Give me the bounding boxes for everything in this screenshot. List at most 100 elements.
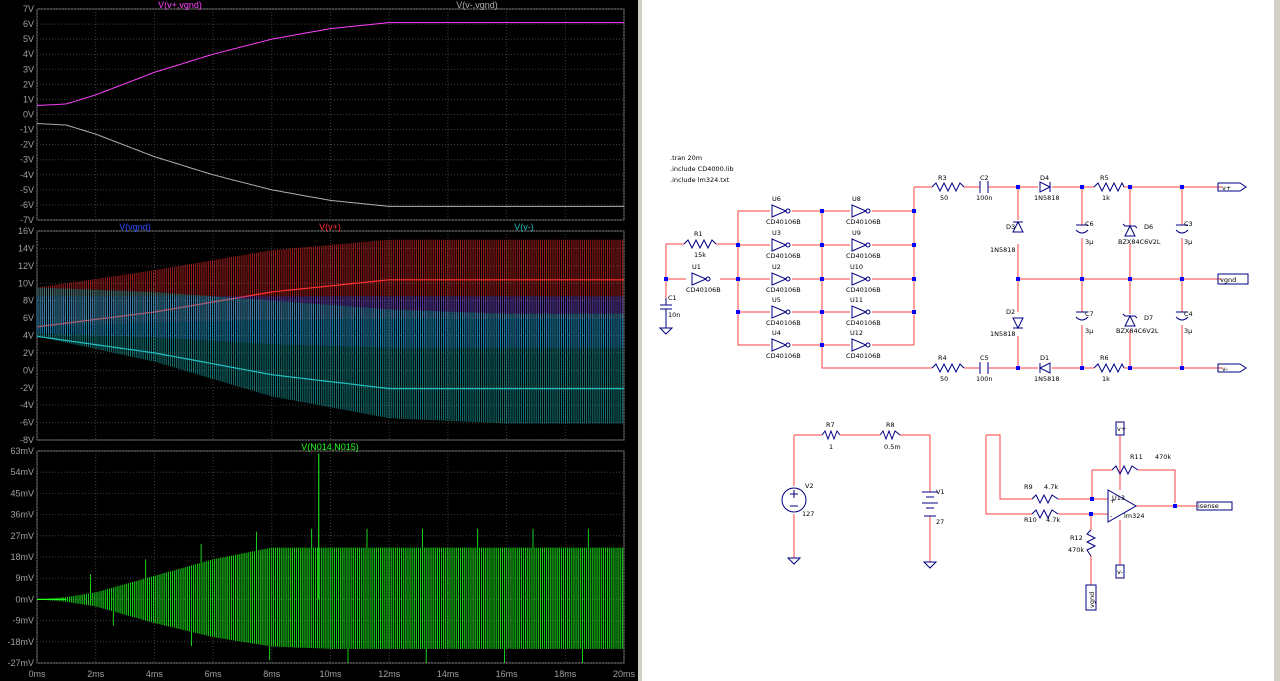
resistor-r12[interactable]: R12 470k [1068,529,1097,557]
y-tick-label: 0V [23,110,34,120]
svg-text:+: + [1110,497,1115,505]
capacitor-c1[interactable]: C1 10n [658,294,680,335]
capacitor-c3[interactable]: C3 3µ [1175,220,1193,246]
svg-text:CD40106B: CD40106B [766,319,801,327]
svg-text:CD40106B: CD40106B [686,286,721,294]
y-tick-label: 0mV [15,594,34,604]
zener-d6[interactable]: D6 BZX84C6V2L [1118,223,1161,246]
svg-text:D6: D6 [1144,223,1153,231]
y-tick-label: 18mV [10,552,34,562]
diode-d4[interactable]: D4 1N5818 [1034,174,1060,202]
waveform-viewer[interactable]: 7V 6V 5V 4V 3V 2V 1V 0V -1V -2V -3V -4V -5V -6V -7V V(v… [0,0,638,681]
svg-text:100n: 100n [976,375,993,383]
y-tick-label: -8V [20,435,34,445]
directive-include-lm324[interactable]: .include lm324.txt [670,176,730,184]
resistor-r5[interactable]: R5 1k [1093,174,1125,202]
resistor-r4[interactable]: R4 50 [931,354,965,383]
svg-text:D2: D2 [1006,308,1015,316]
svg-text:v-: v- [1222,365,1229,373]
voltage-source-v2[interactable]: V2 127 [781,482,814,565]
x-tick-label: 12ms [378,669,401,679]
capacitor-c2[interactable]: C2 100n [976,174,993,202]
svg-text:C1: C1 [668,294,677,302]
y-tick-label: 2V [23,79,34,89]
net-flag-opamp-vminus[interactable]: v- [1115,564,1125,579]
y-tick-label: 7V [23,4,34,14]
x-tick-label: 0ms [28,669,46,679]
svg-text:10n: 10n [668,311,680,319]
trace-label: V(v+,vgnd) [158,0,202,10]
svg-text:D1: D1 [1040,354,1049,362]
resistor-r7[interactable]: R7 1 [821,421,841,451]
y-tick-label: -27mV [7,658,34,668]
svg-text:1: 1 [829,443,833,451]
svg-text:C4: C4 [1184,310,1193,318]
y-tick-label: -7V [20,215,34,225]
svg-text:BZX84C6V2L: BZX84C6V2L [1118,238,1161,246]
resistor-r9[interactable]: R9 4.7k [1024,483,1058,505]
capacitor-c4[interactable]: C4 3µ [1175,310,1193,335]
svg-text:R7: R7 [826,421,835,429]
net-flag-vplus[interactable]: v+ [1217,182,1247,192]
resistor-r11[interactable]: R11 470k [1111,453,1171,476]
wire-supply [793,434,931,562]
waveform-pane-2: 16V 14V 12V 10V 8V 6V 4V 2V 0V -2V -4V -6V -8V V(vgnd… [18,222,625,445]
resistor-r3[interactable]: R3 50 [931,174,965,202]
directive-tran[interactable]: .tran 20m [670,154,702,162]
y-tick-label: 14V [18,243,34,253]
y-tick-label: 8V [23,296,34,306]
zener-d7[interactable]: D7 BZX84C6V2L [1116,313,1159,335]
svg-text:0.5m: 0.5m [884,443,901,451]
y-tick-label: 3V [23,64,34,74]
svg-text:V1: V1 [936,488,945,496]
schematic-editor[interactable]: .tran 20m .include CD4000.lib .include l… [642,0,1274,681]
y-tick-label: 0V [23,365,34,375]
svg-text:U9: U9 [852,229,861,237]
y-tick-label: -6V [20,200,34,210]
svg-text:CD40106B: CD40106B [846,319,881,327]
svg-text:C5: C5 [980,354,989,362]
y-tick-label: -5V [20,185,34,195]
y-tick-label: 9mV [15,573,34,583]
svg-text:3µ: 3µ [1085,327,1093,335]
svg-text:U10: U10 [850,263,863,271]
resistor-r6[interactable]: R6 1k [1093,354,1125,383]
svg-text:U5: U5 [772,296,781,304]
svg-text:R8: R8 [886,421,895,429]
y-tick-label: 36mV [10,510,34,520]
svg-text:D7: D7 [1144,314,1153,322]
y-tick-label: 54mV [10,467,34,477]
net-flag-opamp-vplus[interactable]: v+ [1115,421,1126,436]
resistor-r1[interactable]: R1 15k [683,230,717,259]
svg-text:v-: v- [1117,568,1124,576]
diode-d2[interactable]: D2 1N5818 [990,308,1024,338]
inverter-u1[interactable]: U1 CD40106B [686,263,721,294]
y-tick-label: -2V [20,140,34,150]
x-tick-label: 14ms [437,669,460,679]
voltage-source-v1[interactable]: V1 27 [922,488,945,569]
x-tick-label: 2ms [87,669,105,679]
waveform-pane-1: 7V 6V 5V 4V 3V 2V 1V 0V -1V -2V -3V -4V -5V -6V -7V V(v… [20,0,625,225]
x-tick-label: 8ms [263,669,281,679]
svg-text:4.7k: 4.7k [1046,516,1060,524]
y-tick-label: 63mV [10,446,34,456]
waveform-plot[interactable]: 7V 6V 5V 4V 3V 2V 1V 0V -1V -2V -3V -4V -5V -6V -7V V(v… [0,0,638,681]
y-tick-label: -6V [20,418,34,428]
resistor-r8[interactable]: R8 0.5m [879,421,901,451]
trace-label: V(vgnd) [119,222,151,232]
net-flag-vgnd[interactable]: vgnd [1217,273,1249,285]
waveform-pane-3: 63mV 54mV 45mV 36mV 27mV 18mV 9mV 0mV -9mV -18mV -… [7,442,625,668]
trace-label: V(v-) [514,222,534,232]
net-flag-isense[interactable]: isense [1196,501,1233,511]
net-flag-opamp-vgnd[interactable]: vgnd [1085,584,1097,611]
svg-text:R11: R11 [1130,453,1143,461]
capacitor-c6[interactable]: C6 3µ [1075,220,1094,246]
svg-text:BZX84C6V2L: BZX84C6V2L [1116,327,1159,335]
capacitor-c7[interactable]: C7 3µ [1075,310,1094,335]
trace-label: V(N014,N015) [301,442,359,452]
net-flag-vminus[interactable]: v- [1217,363,1247,373]
schematic-canvas[interactable]: .tran 20m .include CD4000.lib .include l… [642,0,1274,681]
directive-include-cd4000[interactable]: .include CD4000.lib [670,165,734,173]
x-tick-label: 16ms [496,669,519,679]
resistor-r10[interactable]: R10 4.7k [1024,508,1060,524]
